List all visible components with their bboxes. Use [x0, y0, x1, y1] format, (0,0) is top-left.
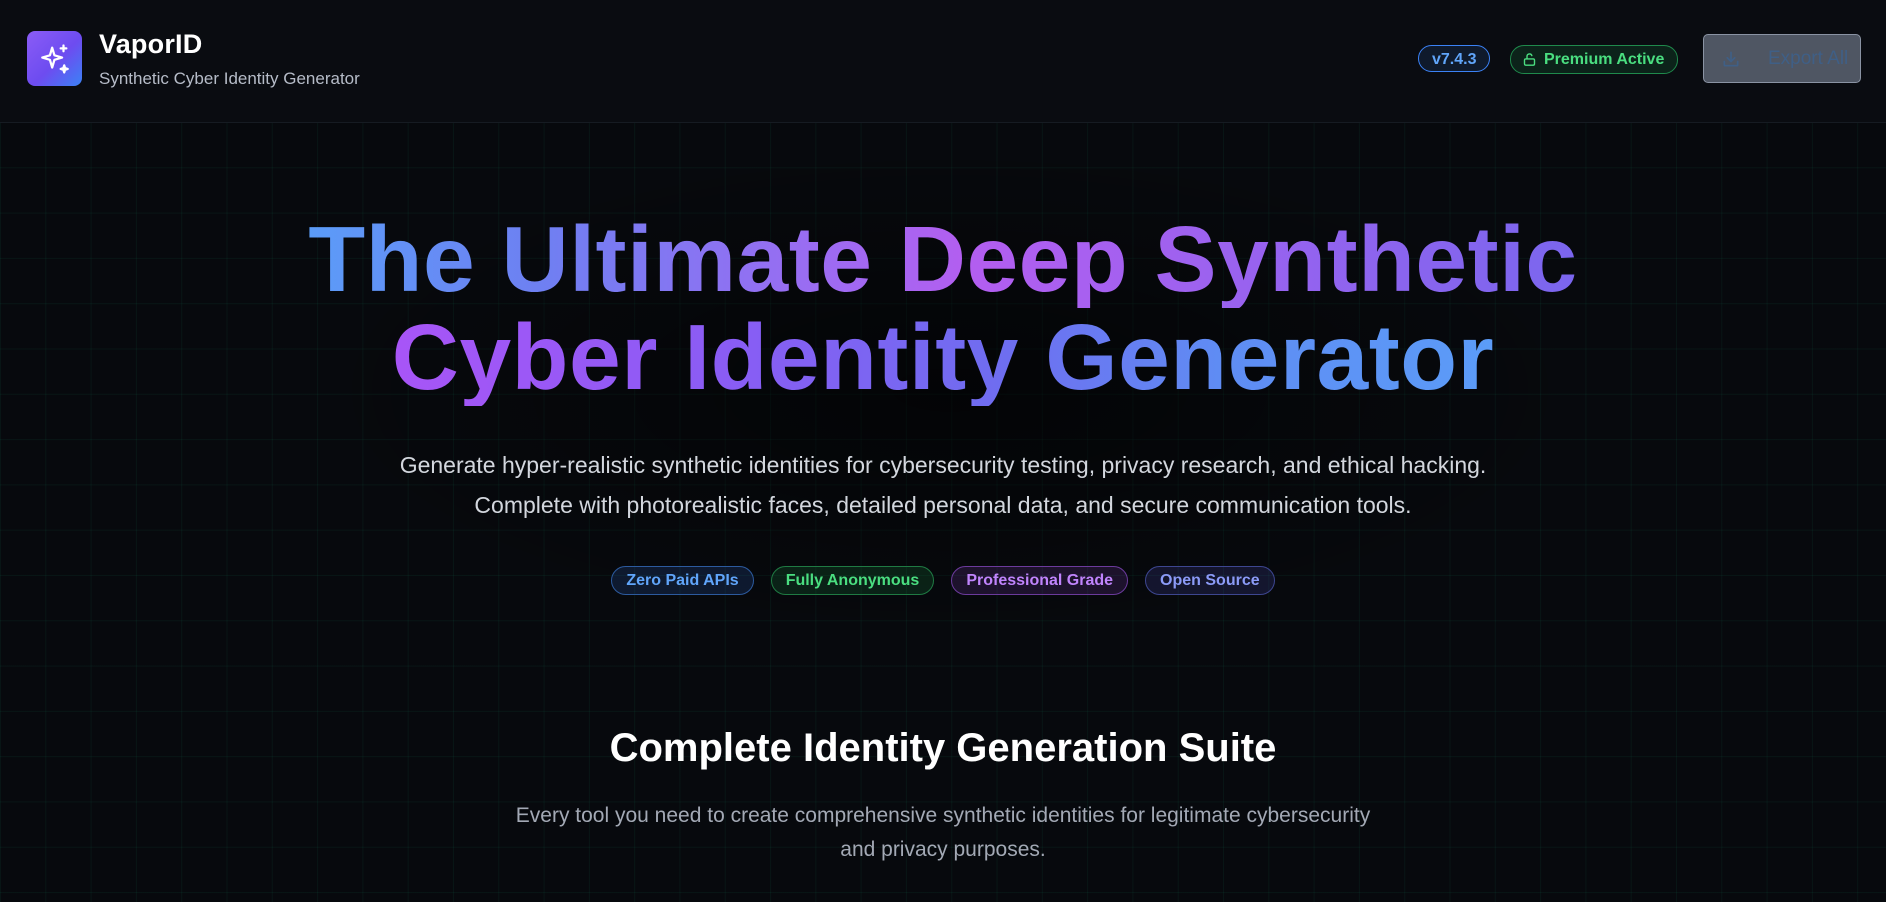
hero-description: Generate hyper-realistic synthetic ident…: [0, 445, 1886, 525]
tag-zero-paid-apis: Zero Paid APIs: [611, 566, 754, 595]
suite-description-line-2: and privacy purposes.: [840, 838, 1046, 861]
brand-name: VaporID: [99, 29, 203, 59]
feature-tags: Zero Paid APIs Fully Anonymous Professio…: [0, 566, 1886, 595]
download-icon: [1723, 51, 1739, 66]
page: VaporID Synthetic Cyber Identity Generat…: [0, 0, 1886, 902]
sparkles-icon: [40, 43, 69, 74]
suite-section-title: Complete Identity Generation Suite: [609, 726, 1277, 770]
hero-title: The Ultimate Deep Synthetic Cyber Identi…: [0, 210, 1886, 406]
suite-section-description: Every tool you need to create comprehens…: [0, 799, 1886, 867]
hero-description-line-2: Complete with photorealistic faces, deta…: [474, 492, 1412, 518]
export-all-label: Export All: [1768, 47, 1849, 69]
app-header: VaporID Synthetic Cyber Identity Generat…: [0, 0, 1886, 123]
app-logo[interactable]: [27, 31, 82, 86]
premium-label: Premium Active: [1544, 51, 1665, 68]
unlock-icon: [1523, 53, 1536, 66]
tag-professional-grade: Professional Grade: [951, 566, 1129, 595]
hero-title-line-1: The Ultimate Deep Synthetic: [308, 207, 1578, 311]
tag-open-source: Open Source: [1145, 566, 1275, 595]
hero-title-line-2: Cyber Identity Generator: [391, 305, 1495, 409]
brand-subtitle: Synthetic Cyber Identity Generator: [99, 69, 360, 88]
premium-status-badge: Premium Active: [1510, 45, 1679, 74]
hero-description-line-1: Generate hyper-realistic synthetic ident…: [399, 452, 1487, 478]
suite-description-line-1: Every tool you need to create comprehens…: [515, 804, 1371, 827]
version-badge: v7.4.3: [1418, 45, 1491, 72]
tag-fully-anonymous: Fully Anonymous: [770, 566, 935, 595]
export-all-button[interactable]: Export All: [1703, 34, 1861, 83]
